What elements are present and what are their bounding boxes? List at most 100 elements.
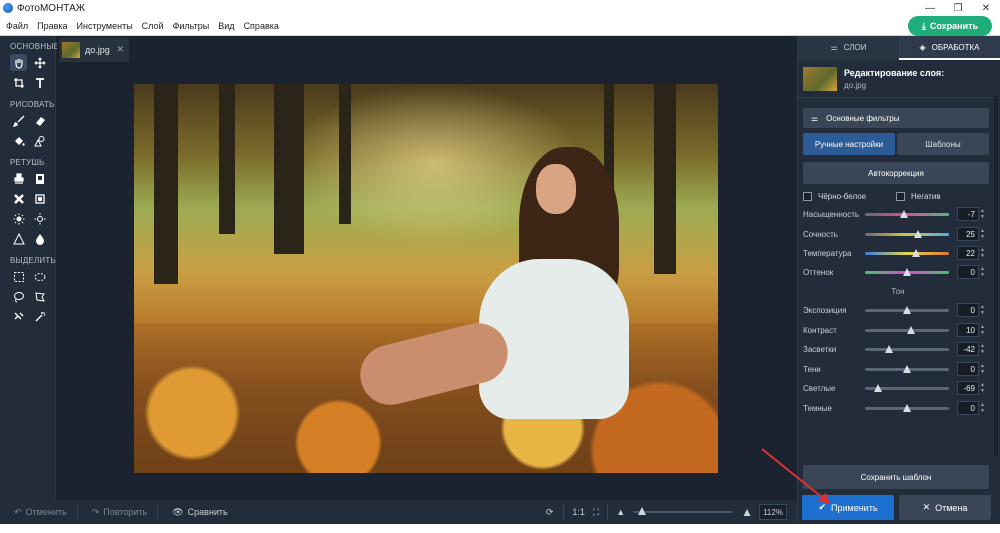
slider-value-input[interactable]: 0 — [957, 401, 979, 415]
slider-thumb[interactable] — [885, 344, 894, 353]
cancel-button[interactable]: ✕ Отмена — [899, 495, 991, 520]
zoom-out-icon[interactable]: ▲ — [616, 507, 625, 517]
slider-thumb[interactable] — [903, 267, 911, 276]
close-icon[interactable]: ✕ — [972, 0, 1000, 16]
compare-button[interactable]: 👁 Сравнить — [172, 507, 228, 518]
slider-thumb[interactable] — [913, 229, 922, 238]
slider-thumb[interactable] — [874, 383, 883, 392]
hand-tool-icon[interactable] — [10, 54, 27, 71]
canvas-area[interactable] — [57, 62, 797, 495]
patch-tool-icon[interactable] — [31, 170, 48, 187]
slider-thumb[interactable] — [903, 364, 911, 373]
slider-track[interactable] — [865, 248, 949, 257]
value-stepper-icon[interactable]: ▲ ▼ — [980, 363, 986, 375]
brightness-tool-icon[interactable] — [10, 210, 27, 227]
menu-item-help[interactable]: Справка — [244, 21, 279, 31]
slider-value-input[interactable]: 25 — [957, 227, 979, 241]
menu-item-file[interactable]: Файл — [6, 21, 28, 31]
slider-thumb[interactable] — [903, 305, 911, 314]
slider-value-input[interactable]: 0 — [957, 303, 979, 317]
stamp-tool-icon[interactable] — [10, 170, 27, 187]
menu-item-view[interactable]: Вид — [218, 21, 234, 31]
tab-processing[interactable]: ◈ ОБРАБОТКА — [899, 36, 1000, 60]
value-stepper-icon[interactable]: ▲ ▼ — [980, 402, 986, 414]
bw-checkbox-box[interactable] — [803, 191, 812, 201]
value-stepper-icon[interactable]: ▲ ▼ — [980, 324, 986, 336]
slider-track[interactable] — [865, 325, 949, 334]
slider-track[interactable] — [865, 344, 949, 353]
value-stepper-icon[interactable]: ▲ ▼ — [980, 382, 986, 394]
value-stepper-icon[interactable]: ▲ ▼ — [980, 304, 986, 316]
zoom-slider-thumb[interactable] — [638, 507, 647, 515]
actual-size-button[interactable]: 1:1 — [572, 507, 585, 517]
blur-drop-icon[interactable] — [31, 230, 48, 247]
slider-thumb[interactable] — [907, 325, 916, 334]
slider-track[interactable] — [865, 364, 949, 373]
tab-manual-settings[interactable]: Ручные настройки — [803, 133, 895, 155]
sharpen-tool-icon[interactable] — [10, 230, 27, 247]
save-template-button[interactable]: Сохранить шаблон — [803, 465, 989, 489]
slider-value-input[interactable]: 22 — [957, 246, 979, 260]
slider-track[interactable] — [865, 403, 949, 412]
basic-filters-button[interactable]: ⚌ Основные фильтры — [803, 108, 989, 128]
slider-value-input[interactable]: -69 — [957, 381, 979, 395]
move-tool-icon[interactable] — [31, 54, 48, 71]
slider-track[interactable] — [865, 267, 949, 276]
fill-bucket-icon[interactable] — [10, 132, 27, 149]
rect-select-icon[interactable] — [10, 268, 27, 285]
brush-tool-icon[interactable] — [10, 112, 27, 129]
slider-thumb[interactable] — [899, 209, 908, 218]
slider-thumb[interactable] — [912, 248, 921, 257]
dodge-tool-icon[interactable] — [31, 210, 48, 227]
magic-wand-icon[interactable] — [31, 308, 48, 325]
value-stepper-icon[interactable]: ▲ ▼ — [980, 208, 986, 220]
negative-checkbox-box[interactable] — [896, 191, 905, 201]
minimize-icon[interactable]: — — [916, 0, 944, 16]
zoom-slider[interactable] — [633, 507, 734, 515]
negative-checkbox[interactable]: Негатив — [896, 189, 989, 203]
lasso-icon[interactable] — [10, 288, 27, 305]
menu-item-layer[interactable]: Слой — [142, 21, 164, 31]
tab-layers[interactable]: ⚌ СЛОИ — [798, 36, 899, 60]
shapes-tool-icon[interactable] — [31, 132, 48, 149]
slider-value-input[interactable]: 10 — [957, 323, 979, 337]
menu-item-tools[interactable]: Инструменты — [77, 21, 133, 31]
ellipse-select-icon[interactable] — [31, 268, 48, 285]
undo-button[interactable]: ↶ Отменить — [14, 507, 67, 518]
close-tab-icon[interactable]: ✕ — [116, 44, 124, 55]
slider-value-input[interactable]: -7 — [957, 207, 979, 221]
polygon-lasso-icon[interactable] — [31, 288, 48, 305]
document-tab[interactable]: до.jpg ✕ — [59, 38, 129, 62]
value-stepper-icon[interactable]: ▲ ▼ — [980, 343, 986, 355]
menu-item-edit[interactable]: Правка — [37, 21, 67, 31]
menu-item-filters[interactable]: Фильтры — [173, 21, 210, 31]
photo-canvas[interactable] — [134, 84, 718, 473]
slider-thumb[interactable] — [903, 403, 911, 412]
slider-value-input[interactable]: -42 — [957, 342, 979, 356]
redo-button[interactable]: ↷ Повторить — [92, 507, 147, 518]
frame-tool-icon[interactable] — [31, 190, 48, 207]
slider-track[interactable] — [865, 229, 949, 238]
zoom-in-icon[interactable]: ▲ — [741, 505, 753, 519]
rotate-icon[interactable]: ⟳ — [546, 507, 554, 518]
fit-screen-icon[interactable]: ⛶ — [593, 507, 599, 518]
zoom-value[interactable]: 112% — [759, 504, 787, 520]
tab-templates[interactable]: Шаблоны — [897, 133, 989, 155]
slider-value-input[interactable]: 0 — [957, 265, 979, 279]
slider-track[interactable] — [865, 209, 949, 218]
bw-checkbox[interactable]: Чёрно-белое — [803, 189, 896, 203]
value-stepper-icon[interactable]: ▲ ▼ — [980, 266, 986, 278]
slider-track[interactable] — [865, 305, 949, 314]
smart-select-icon[interactable] — [10, 308, 27, 325]
eraser-tool-icon[interactable] — [31, 112, 48, 129]
apply-button[interactable]: ✔ Применить — [802, 495, 894, 520]
text-tool-icon[interactable] — [31, 74, 48, 91]
panel-scrollbar[interactable] — [994, 96, 998, 456]
slider-value-input[interactable]: 0 — [957, 362, 979, 376]
save-button[interactable]: ⤓ Сохранить — [908, 16, 992, 36]
value-stepper-icon[interactable]: ▲ ▼ — [980, 228, 986, 240]
value-stepper-icon[interactable]: ▲ ▼ — [980, 247, 986, 259]
autocorrection-button[interactable]: Автокоррекция — [803, 162, 989, 184]
maximize-icon[interactable]: ❐ — [944, 0, 972, 16]
slider-track[interactable] — [865, 383, 949, 392]
